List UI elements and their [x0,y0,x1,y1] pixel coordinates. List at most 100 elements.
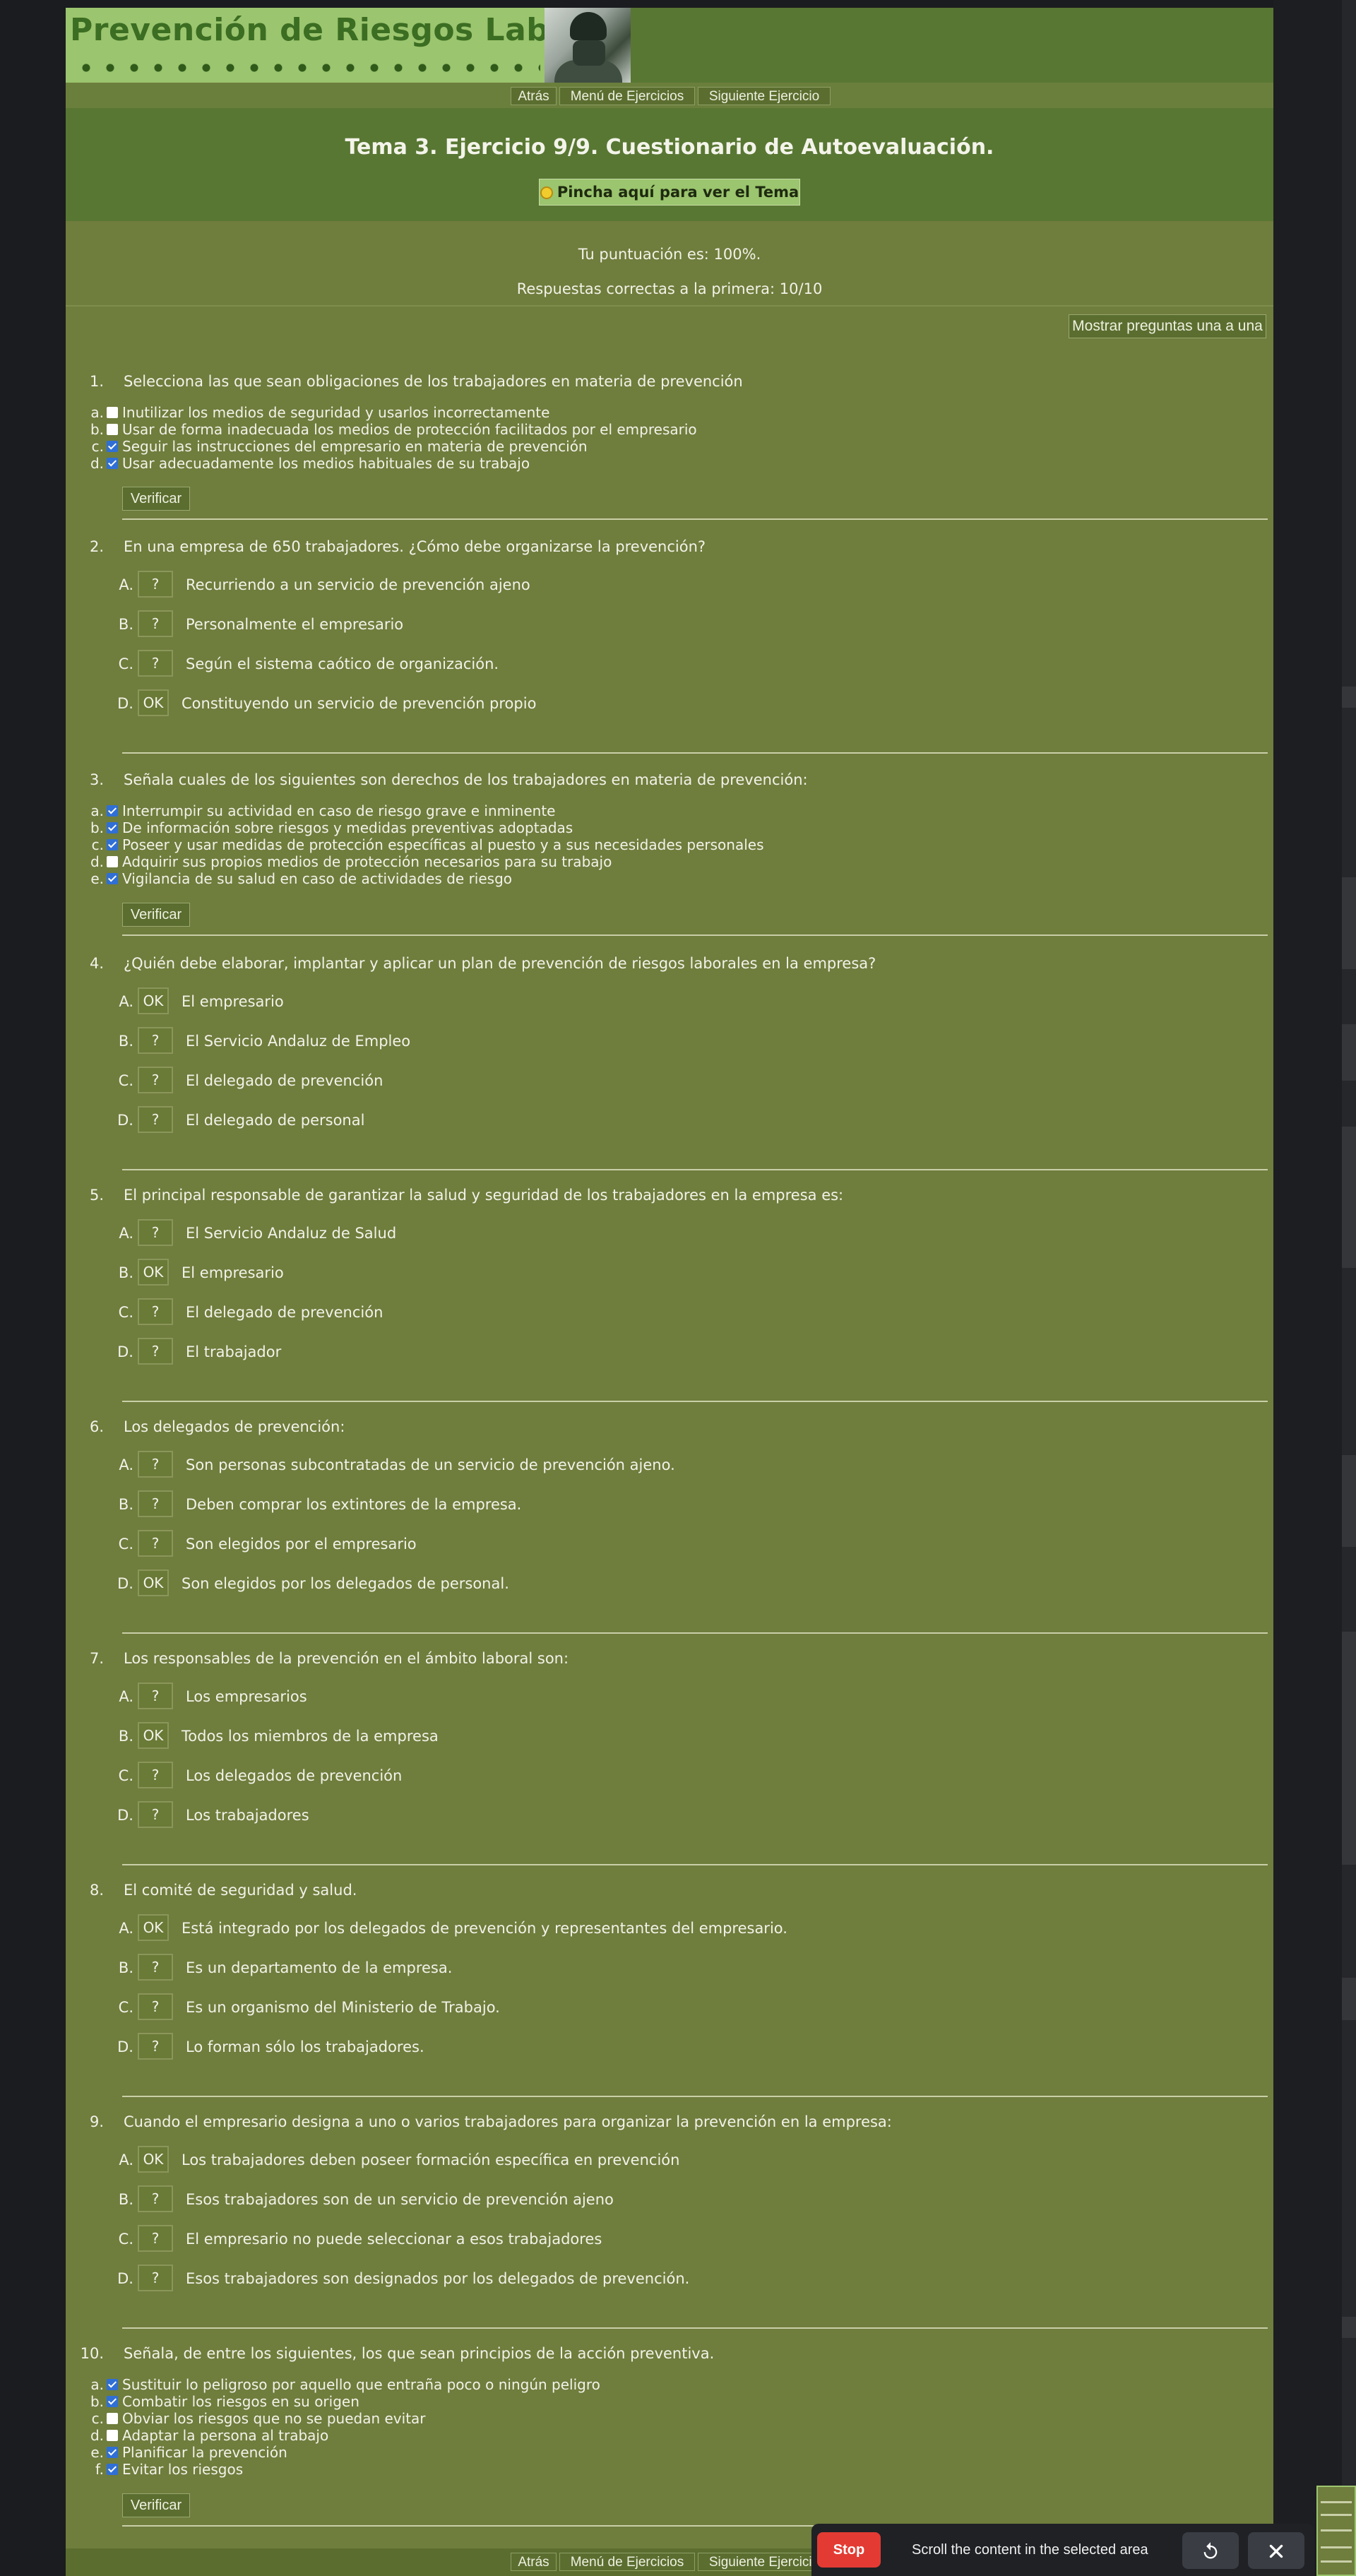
answer-select-button[interactable]: ? [138,2185,173,2212]
view-topic-button[interactable]: Pincha aquí para ver el Tema [539,179,800,206]
answer-select-button[interactable]: ? [138,2033,173,2060]
question-divider [122,2096,1268,2097]
option-text: El Servicio Andaluz de Salud [186,1225,397,1242]
answer-select-button[interactable]: ? [138,2225,173,2252]
answer-select-button[interactable]: ? [138,1490,173,1517]
next-exercise-button[interactable]: Siguiente Ejercicio [698,87,831,105]
checkbox-unchecked[interactable] [107,2430,118,2441]
option-letter: a. [90,2376,104,2393]
option-text: De información sobre riesgos y medidas p… [122,819,573,836]
checkbox-unchecked[interactable] [107,2413,118,2424]
answer-ok-button[interactable]: OK [138,1914,169,1941]
option-letter: e. [90,870,104,887]
option-letter: d. [90,2427,104,2444]
answer-select-button[interactable]: ? [138,2265,173,2291]
answer-ok-button[interactable]: OK [138,987,169,1014]
answer-select-button[interactable]: ? [138,650,173,677]
close-icon[interactable] [1248,2532,1304,2569]
answer-select-button[interactable]: ? [138,1682,173,1709]
checkbox-checked[interactable] [107,2447,118,2458]
reset-icon[interactable] [1182,2532,1239,2569]
question-divider [122,1401,1268,1402]
next-exercise-button-bottom[interactable]: Siguiente Ejercicio [698,2553,831,2571]
answer-select-button[interactable]: ? [138,1451,173,1478]
checkbox-checked[interactable] [107,458,118,469]
option-letter: A. [119,1920,133,1937]
option-text: Esos trabajadores son de un servicio de … [186,2191,614,2208]
option-text: Poseer y usar medidas de protección espe… [122,836,764,853]
minimap-thumbnail[interactable] [1316,2486,1356,2576]
option-text: Usar adecuadamente los medios habituales… [122,455,530,472]
question-number: 10. [80,2345,104,2362]
verify-button[interactable]: Verificar [122,2493,190,2517]
option-text: Constituyendo un servicio de prevención … [182,695,537,712]
answer-select-button[interactable]: ? [138,1530,173,1557]
stop-button[interactable]: Stop [817,2532,881,2568]
option-text: El delegado de personal [186,1112,365,1129]
answer-ok-button[interactable]: OK [138,2146,169,2173]
question-text: Selecciona las que sean obligaciones de … [124,373,743,390]
checkbox-checked[interactable] [107,873,118,884]
checkbox-checked[interactable] [107,805,118,817]
verify-button[interactable]: Verificar [122,487,190,511]
answer-ok-button[interactable]: OK [138,1259,169,1286]
option-letter: b. [90,421,104,438]
site-logo: Prevención de Riesgos Laborales [66,8,631,83]
question-divider [122,1169,1268,1170]
checkbox-checked[interactable] [107,2396,118,2407]
answer-select-button[interactable]: ? [138,571,173,598]
exercise-menu-button-bottom[interactable]: Menú de Ejercicios [559,2553,695,2571]
question-divider [122,1864,1268,1865]
answer-select-button[interactable]: ? [138,1801,173,1828]
score-text: Tu puntuación es: 100%. [578,246,761,263]
answer-select-button[interactable]: ? [138,1954,173,1981]
option-letter: c. [91,836,104,853]
option-text: Inutilizar los medios de seguridad y usa… [122,404,550,421]
checkbox-checked[interactable] [107,2379,118,2390]
option-letter: B. [118,1728,133,1745]
option-letter: B. [118,1033,133,1050]
back-button[interactable]: Atrás [511,87,557,105]
toolbar-message: Scroll the content in the selected area [912,2542,1148,2558]
option-letter: f. [95,2461,104,2478]
question-text: Señala, de entre los siguientes, los que… [124,2345,715,2362]
exercise-menu-button[interactable]: Menú de Ejercicios [559,87,695,105]
show-one-by-one-button[interactable]: Mostrar preguntas una a una [1069,314,1266,338]
checkbox-checked[interactable] [107,822,118,833]
answer-select-button[interactable]: ? [138,1338,173,1365]
option-text: El empresario no puede seleccionar a eso… [186,2231,602,2248]
option-letter: B. [118,2191,133,2208]
answer-select-button[interactable]: ? [138,610,173,637]
answer-select-button[interactable]: ? [138,1762,173,1788]
verify-button[interactable]: Verificar [122,903,190,927]
checkbox-checked[interactable] [107,441,118,452]
option-text: Esos trabajadores son designados por los… [186,2270,690,2287]
answer-ok-button[interactable]: OK [138,1569,169,1596]
answer-select-button[interactable]: ? [138,1298,173,1325]
question-number: 2. [89,538,104,555]
answer-select-button[interactable]: ? [138,1219,173,1246]
checkbox-unchecked[interactable] [107,424,118,435]
checkbox-checked[interactable] [107,839,118,850]
answer-select-button[interactable]: ? [138,1106,173,1133]
option-text: Adquirir sus propios medios de protecció… [122,853,612,870]
scrollbar[interactable] [1342,0,1356,2576]
checkbox-unchecked[interactable] [107,407,118,418]
checkbox-unchecked[interactable] [107,856,118,867]
answer-ok-button[interactable]: OK [138,689,169,716]
option-text: El delegado de prevención [186,1304,383,1321]
option-text: El Servicio Andaluz de Empleo [186,1033,411,1050]
question-text: En una empresa de 650 trabajadores. ¿Cóm… [124,538,706,555]
option-letter: D. [117,1575,133,1592]
back-button-bottom[interactable]: Atrás [511,2553,557,2571]
option-text: Usar de forma inadecuada los medios de p… [122,421,697,438]
question-number: 5. [89,1187,104,1204]
answer-select-button[interactable]: ? [138,1027,173,1054]
answer-select-button[interactable]: ? [138,1993,173,2020]
answer-select-button[interactable]: ? [138,1067,173,1093]
answer-ok-button[interactable]: OK [138,1722,169,1749]
option-text: Los delegados de prevención [186,1767,403,1784]
option-text: Está integrado por los delegados de prev… [182,1920,787,1937]
option-text: Son personas subcontratadas de un servic… [186,1456,675,1473]
checkbox-checked[interactable] [107,2464,118,2475]
